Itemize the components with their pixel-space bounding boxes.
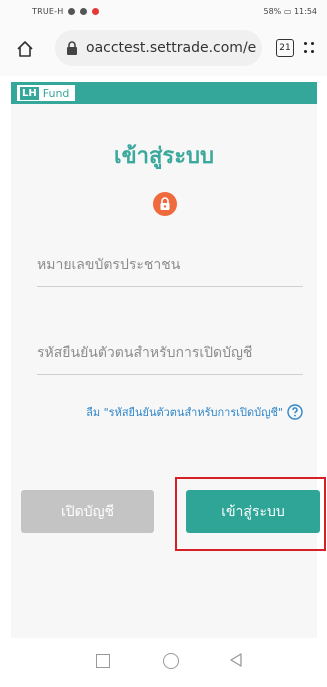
- padlock-icon: [153, 192, 177, 216]
- home-icon[interactable]: [16, 40, 34, 58]
- notification-icon: [79, 8, 87, 15]
- pin-field: [37, 338, 303, 375]
- logo-fund: Fund: [42, 86, 70, 100]
- browser-toolbar: oacctest.settrade.com/e 21: [0, 22, 327, 76]
- help-icon[interactable]: [287, 404, 303, 420]
- system-nav-bar: [0, 640, 327, 687]
- id-card-input[interactable]: [37, 250, 303, 280]
- nav-back-icon[interactable]: [229, 652, 243, 668]
- status-left: TRUE-H: [32, 7, 99, 16]
- forgot-pin-link[interactable]: ลืม "รหัสยืนยันตัวตนสำหรับการเปิดบัญชี": [86, 403, 303, 421]
- highlight-box: [175, 477, 326, 551]
- login-panel: เข้าสู่ระบบ ลืม "รหัสยืนยันตัวตนสำหรับกา…: [11, 104, 320, 638]
- forgot-pin-text[interactable]: ลืม "รหัสยืนยันตัวตนสำหรับการเปิดบัญชี": [86, 403, 283, 421]
- id-card-field: [37, 250, 303, 287]
- carrier-label: TRUE-H: [32, 7, 64, 16]
- status-bar: TRUE-H 58% ▭ 11:54: [0, 0, 327, 22]
- logo-lh: LH: [19, 85, 40, 101]
- menu-icon[interactable]: [304, 40, 314, 58]
- signal-icon: [68, 8, 76, 15]
- nav-recents-icon[interactable]: [96, 654, 110, 668]
- lock-icon: [67, 41, 77, 55]
- lh-fund-logo[interactable]: LH Fund: [17, 85, 76, 101]
- url-text[interactable]: oacctest.settrade.com/e: [86, 40, 256, 56]
- clock: 11:54: [293, 7, 317, 16]
- pin-input[interactable]: [37, 338, 303, 368]
- tab-switcher-icon[interactable]: 21: [276, 39, 294, 57]
- site-header: LH Fund: [11, 82, 317, 104]
- battery-icon: ▭: [283, 7, 292, 16]
- nav-home-icon[interactable]: [163, 653, 179, 669]
- alert-icon: [91, 8, 99, 15]
- open-account-button[interactable]: เปิดบัญชี: [21, 490, 154, 533]
- status-right: 58% ▭ 11:54: [264, 7, 318, 16]
- battery-percent: 58%: [263, 7, 282, 16]
- address-bar[interactable]: oacctest.settrade.com/e: [55, 30, 262, 66]
- page-title: เข้าสู่ระบบ: [114, 144, 214, 169]
